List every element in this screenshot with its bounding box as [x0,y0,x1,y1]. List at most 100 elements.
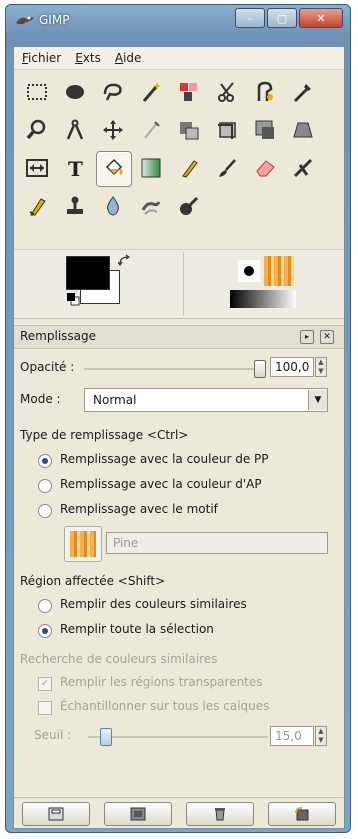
opacity-stepper[interactable]: ▲ ▼ [315,357,327,377]
zoom-icon[interactable] [20,113,54,147]
align-icon[interactable] [172,113,206,147]
mode-value: Normal [93,393,137,407]
blur-icon[interactable] [96,189,130,223]
opacity-slider-knob[interactable] [254,360,266,378]
minimize-button[interactable]: – [235,8,265,28]
tool-options-panel: Opacité : 100,0 ▲ ▼ Mode : Normal ▼ Type … [14,348,344,788]
threshold-slider-knob[interactable] [100,728,112,746]
select-by-color-icon[interactable] [172,75,206,109]
restore-options-button[interactable] [104,802,172,826]
trash-icon [215,808,225,821]
panel-menu-icon[interactable]: ▸ [300,330,314,344]
paintbrush-icon[interactable] [210,151,244,185]
fill-type-title: Type de remplissage <Ctrl> [20,428,189,442]
text-tool-icon[interactable]: T [58,151,92,185]
blend-icon[interactable] [134,151,168,185]
menu-fichier[interactable]: Fichier [22,51,61,65]
threshold-value: 15,0 [275,729,302,743]
fill-pattern-label[interactable]: Remplissage avec le motif [60,502,218,516]
tool-grid: T [14,73,344,249]
move-icon[interactable] [96,113,130,147]
region-selection-label[interactable]: Remplir toute la sélection [60,622,214,636]
threshold-label: Seuil : [34,728,72,742]
foreground-color-swatch[interactable] [66,256,110,290]
fill-bg-label[interactable]: Remplissage avec la couleur d'AP [60,477,262,491]
reset-icon [295,807,309,821]
title-bar[interactable]: GIMP – ▢ ✕ [5,4,351,38]
dodge-burn-icon[interactable] [20,189,54,223]
foreground-select-icon[interactable] [248,75,282,109]
toolbox-client: Fichier Exts Aide T Remplissage ▸ ✕ Opac… [13,46,345,829]
restore-icon [130,807,146,821]
region-similar-radio[interactable] [38,599,52,613]
chevron-down-icon[interactable]: ▼ [308,390,327,410]
reset-options-button[interactable] [268,802,336,826]
region-similar-label[interactable]: Remplir des couleurs similaires [60,597,247,611]
pattern-preview[interactable] [264,256,294,286]
eraser-icon[interactable] [248,151,282,185]
rect-select-icon[interactable] [20,75,54,109]
heal-icon[interactable] [172,189,206,223]
sample-merged-checkbox[interactable] [38,701,52,715]
paths-icon[interactable] [286,75,320,109]
pattern-name: Pine [113,536,139,550]
fuzzy-select-icon[interactable] [134,75,168,109]
default-colors-icon[interactable] [66,292,80,306]
perspective-icon[interactable] [286,113,320,147]
scissors-select-icon[interactable] [210,75,244,109]
color-area [14,249,344,319]
fill-bg-radio[interactable] [38,479,52,493]
free-select-icon[interactable] [96,75,130,109]
crop-icon[interactable] [210,113,244,147]
delete-options-button[interactable] [186,802,254,826]
clone-stamp-icon[interactable] [58,189,92,223]
smudge-icon[interactable] [134,189,168,223]
mode-select[interactable]: Normal [84,388,328,412]
menu-exts[interactable]: Exts [75,51,101,65]
fill-pattern-radio[interactable] [38,504,52,518]
tool-options-header: Remplissage ▸ ✕ [14,325,344,349]
sample-merged-label[interactable]: Échantillonner sur tous les calques [60,699,269,713]
ellipse-select-icon[interactable] [58,75,92,109]
similar-title: Recherche de couleurs similaires [20,652,218,666]
menu-aide[interactable]: Aide [115,51,142,65]
opacity-value: 100,0 [275,360,310,374]
close-button[interactable]: ✕ [299,8,343,28]
threshold-slider-track[interactable] [88,736,268,738]
flip-icon[interactable] [20,151,54,185]
fill-fg-label[interactable]: Remplissage avec la couleur de PP [60,452,268,466]
menu-bar: Fichier Exts Aide [14,47,344,70]
gimp-logo-icon [16,16,34,25]
transparent-label[interactable]: Remplir les régions transparentes [60,675,263,689]
panel-close-icon[interactable]: ✕ [320,330,334,344]
measure-icon[interactable] [58,113,92,147]
pencil-icon[interactable] [172,151,206,185]
swap-colors-icon[interactable] [118,254,132,268]
gimp-toolbox-window: GIMP – ▢ ✕ Fichier Exts Aide T Remplissa… [5,4,351,833]
ink-icon[interactable] [286,151,320,185]
gradient-preview[interactable] [230,290,296,308]
save-options-button[interactable] [22,802,90,826]
brush-preview[interactable] [238,260,260,282]
pattern-swatch [70,531,96,557]
opacity-label: Opacité : [20,360,75,374]
fill-fg-radio[interactable] [38,454,52,468]
threshold-input[interactable]: 15,0 [270,726,314,746]
svg-text:T: T [68,157,83,180]
scale-icon[interactable] [248,113,282,147]
mode-label: Mode : [20,392,61,406]
bucket-fill-icon[interactable] [96,151,132,187]
threshold-stepper[interactable]: ▲ ▼ [315,726,327,746]
pattern-name-field[interactable]: Pine [106,532,328,554]
maximize-button[interactable]: ▢ [267,8,297,28]
transparent-checkbox[interactable]: ✓ [38,677,52,691]
region-selection-radio[interactable] [38,624,52,638]
airbrush-icon[interactable] [134,113,168,147]
pattern-button[interactable] [64,526,102,562]
region-title: Région affectée <Shift> [20,574,166,588]
save-icon [48,807,64,821]
window-title: GIMP [39,13,70,27]
opacity-input[interactable]: 100,0 [270,357,314,377]
bottom-button-bar [14,797,344,828]
opacity-slider-track[interactable] [84,368,260,370]
